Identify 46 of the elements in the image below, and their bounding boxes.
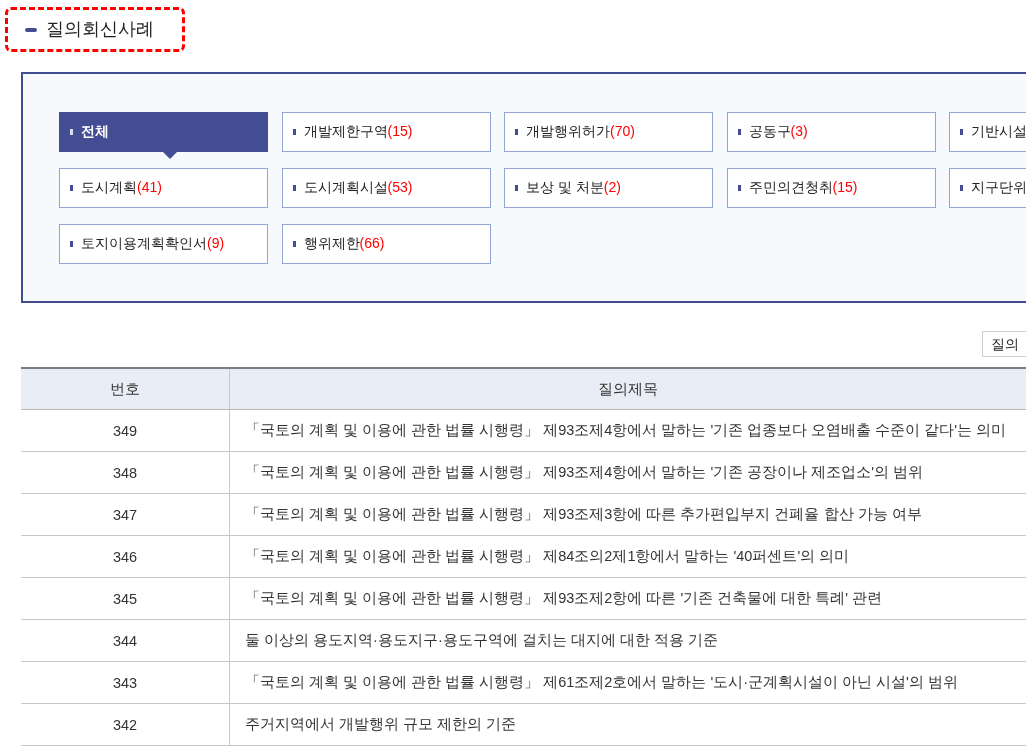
title-cell[interactable]: 「국토의 계획 및 이용에 관한 법률 시행령」 제93조제3항에 따른 추가편입부지 건폐율 합산 가능 여부 — [229, 493, 1026, 536]
category-tab[interactable]: 기반시설 — [949, 112, 1026, 152]
bullet-icon — [960, 129, 963, 135]
category-tab[interactable]: 공동구(3) — [726, 112, 936, 152]
column-header: 번호 — [21, 368, 230, 410]
title-cell[interactable]: 「국토의 계획 및 이용에 관한 법률 시행령」 제93조제2항에 따른 '기존 건축물에 대한 특례' 관련 — [229, 577, 1026, 620]
category-tab[interactable]: 전체 — [59, 112, 268, 152]
category-tab[interactable]: 지구단위 — [949, 168, 1026, 208]
column-header: 질의제목 — [229, 368, 1026, 410]
number-cell: 345 — [21, 577, 230, 620]
page-title: 질의회신사례 — [46, 18, 154, 41]
bullet-icon — [70, 185, 73, 191]
bullet-icon — [292, 129, 296, 135]
category-tab[interactable]: 개발행위허가(70) — [504, 112, 713, 152]
category-tab[interactable]: 보상 및 처분(2) — [504, 168, 713, 208]
dash-icon — [25, 27, 37, 32]
number-cell: 344 — [21, 619, 230, 662]
category-tab[interactable]: 행위제한(66) — [281, 224, 491, 264]
category-tab[interactable]: 토지이용계획확인서(9) — [59, 224, 268, 264]
title-cell[interactable]: 「국토의 계획 및 이용에 관한 법률 시행령」 제61조제2호에서 말하는 '도시·군계획시설이 아닌 시설'의 범위 — [229, 661, 1026, 704]
number-cell: 347 — [21, 493, 230, 536]
bullet-icon — [292, 185, 296, 191]
bullet-icon — [737, 185, 741, 191]
bullet-icon — [70, 241, 73, 247]
search-type-select[interactable]: 질의 — [982, 331, 1026, 357]
title-cell[interactable]: 「국토의 계획 및 이용에 관한 법률 시행령」 제93조제4항에서 말하는 '기존 업종보다 오염배출 수준이 같다'는 의미 — [229, 409, 1026, 452]
category-tab[interactable]: 도시계획(41) — [59, 168, 268, 208]
number-cell: 348 — [21, 451, 230, 494]
bullet-icon — [70, 129, 73, 135]
category-tab[interactable]: 주민의견청취(15) — [726, 168, 936, 208]
number-cell: 349 — [21, 409, 230, 452]
bullet-icon — [515, 185, 518, 191]
bullet-icon — [515, 129, 518, 135]
number-cell: 346 — [21, 535, 230, 578]
category-tab[interactable]: 도시계획시설(53) — [281, 168, 491, 208]
category-tab[interactable]: 개발제한구역(15) — [281, 112, 491, 152]
title-cell[interactable]: 「국토의 계획 및 이용에 관한 법률 시행령」 제93조제4항에서 말하는 '기존 공장이나 제조업소'의 범위 — [229, 451, 1026, 494]
bullet-icon — [960, 185, 963, 191]
number-cell: 342 — [21, 703, 230, 746]
title-cell[interactable]: 「국토의 계획 및 이용에 관한 법률 시행령」 제84조의2제1항에서 말하는 '40퍼센트'의 의미 — [229, 535, 1026, 578]
title-cell[interactable]: 주거지역에서 개발행위 규모 제한의 기준 — [229, 703, 1026, 746]
number-cell: 343 — [21, 661, 230, 704]
pointer-icon — [163, 152, 177, 159]
bullet-icon — [292, 241, 296, 247]
title-cell[interactable]: 둘 이상의 용도지역·용도지구·용도구역에 걸치는 대지에 대한 적용 기준 — [229, 619, 1026, 662]
bullet-icon — [737, 129, 741, 135]
